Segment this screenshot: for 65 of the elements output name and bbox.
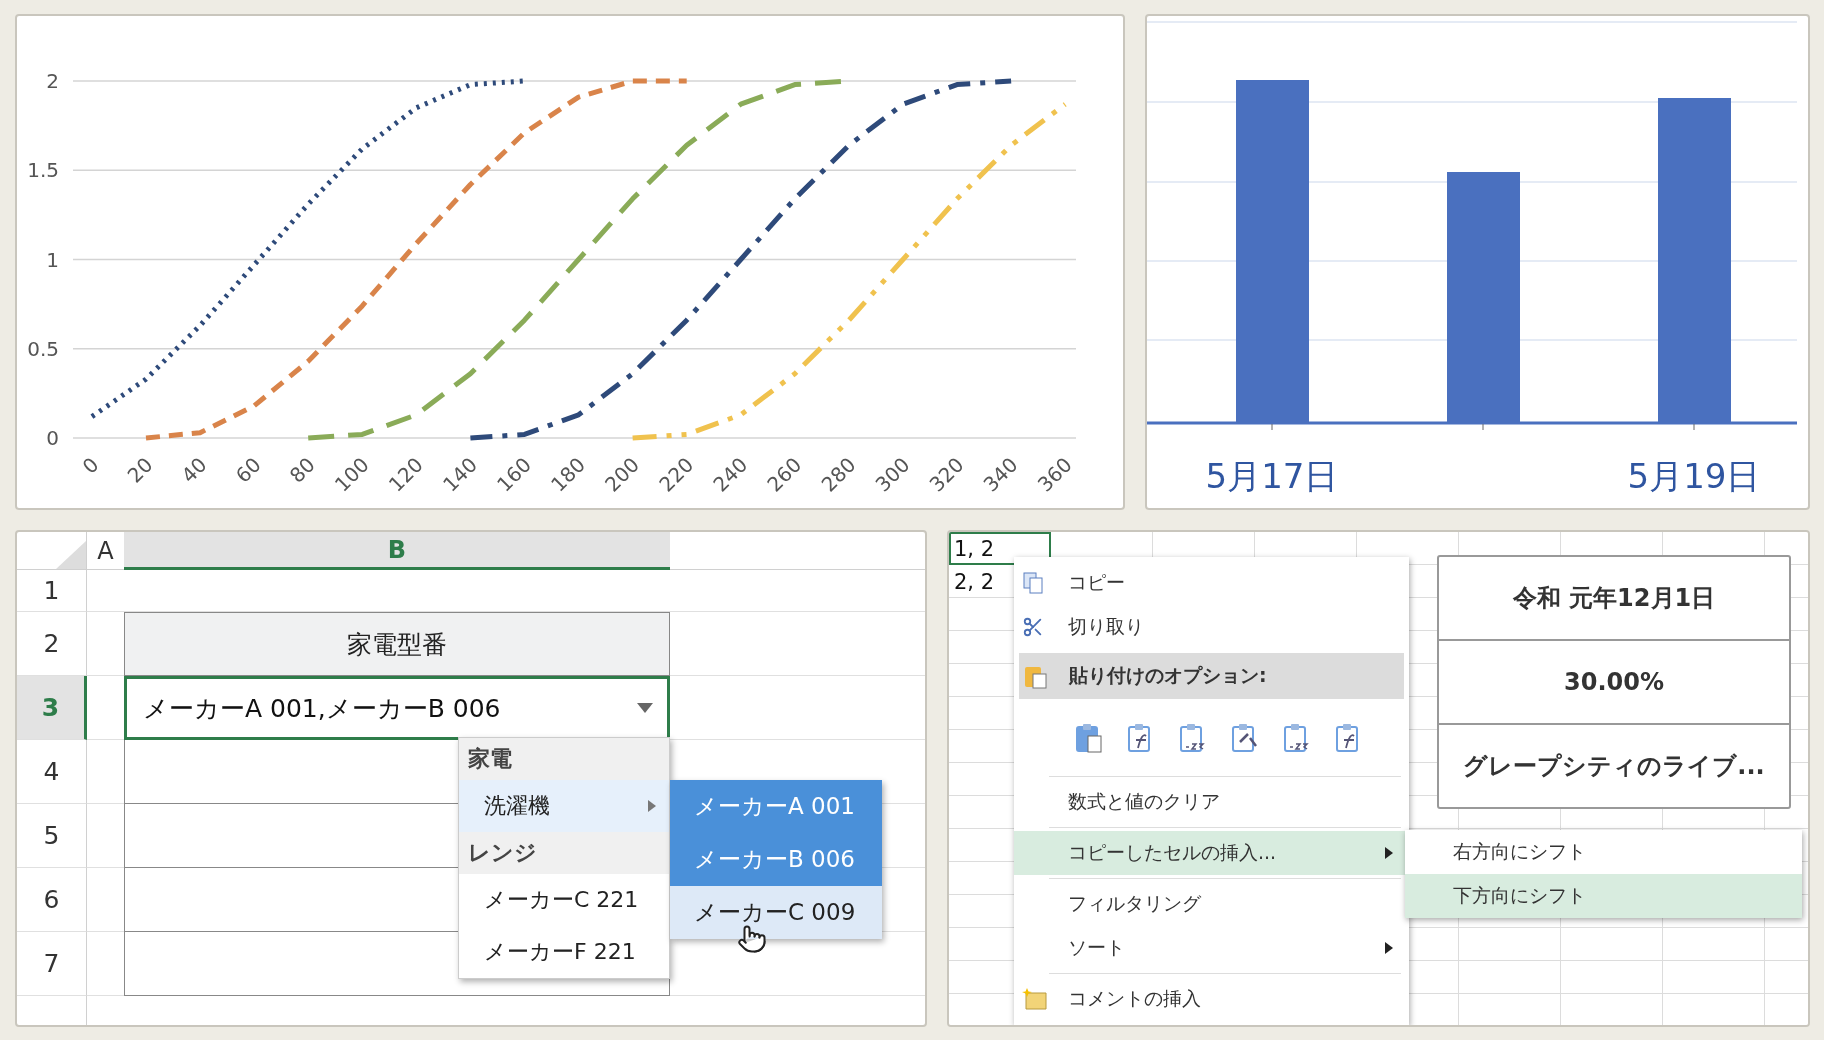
axis-tick-label: 2	[46, 69, 59, 93]
menu-section-label: 貼り付けのオプション:	[1069, 663, 1267, 688]
clipboard-icon[interactable]	[1178, 722, 1208, 754]
value-label: グレープシティのライブ...	[1463, 751, 1765, 782]
row-header[interactable]: 4	[17, 740, 87, 804]
row-header[interactable]: 6	[17, 868, 87, 932]
clipboard-icon[interactable]	[1282, 722, 1312, 754]
cell-value: メーカーA 001,メーカーB 006	[143, 692, 501, 725]
menu-item[interactable]: 数式と値のクリア	[1014, 780, 1409, 824]
menu-item[interactable]: ソート	[1014, 926, 1409, 970]
axis-tick-label: 0	[77, 452, 104, 479]
axis-tick-label: 1	[46, 247, 59, 272]
clipboard-icon[interactable]	[1230, 722, 1260, 754]
menu-item[interactable]: 洗濯機	[459, 780, 669, 832]
caret-icon	[647, 799, 657, 813]
row-header[interactable]: 3	[17, 676, 87, 740]
menu-item[interactable]: メーカーF 221	[459, 926, 669, 978]
axis-tick-label: 100	[329, 452, 374, 497]
menu-item[interactable]: 切り取り	[1014, 605, 1409, 649]
scissors-icon	[1022, 616, 1044, 638]
axis-tick-label: 220	[654, 452, 699, 497]
axis-tick-label: 160	[492, 452, 536, 497]
column-header[interactable]: B	[124, 532, 670, 570]
axis-tick-label: 60	[230, 452, 266, 488]
row-header[interactable]: 2	[17, 612, 87, 676]
value-label: 30.00%	[1564, 668, 1664, 696]
axis-tick-label: 340	[978, 452, 1023, 497]
menu-group-label: 家電	[459, 738, 669, 780]
row-header[interactable]: 5	[17, 804, 87, 868]
clipboard-icon[interactable]	[1074, 722, 1104, 754]
dropdown-cell[interactable]: メーカーA 001,メーカーB 006	[124, 676, 670, 740]
axis-tick-label: 20	[122, 452, 158, 488]
menu-item[interactable]: メーカーC 009	[670, 886, 882, 939]
menu-item[interactable]: コメントの挿入	[1014, 977, 1409, 1021]
axis-tick-label: 120	[383, 452, 428, 497]
axis-tick-label: 300	[870, 452, 915, 497]
axis-tick-label: 140	[438, 452, 482, 497]
axis-tick-label: 80	[284, 452, 320, 488]
axis-tick-label: 260	[762, 452, 807, 497]
axis-tick-label: 1.5	[27, 158, 59, 183]
axis-tick-label: 200	[600, 452, 645, 497]
table-header-cell: 家電型番	[124, 612, 670, 676]
dropdown-caret-icon[interactable]	[637, 703, 653, 713]
menu-group-label: レンジ	[459, 832, 669, 874]
axis-tick-label: 180	[546, 452, 591, 497]
row-header[interactable]: 1	[17, 570, 87, 612]
axis-tick-label: 240	[708, 452, 753, 497]
menu-item[interactable]: 右方向にシフト	[1405, 830, 1802, 874]
menu-item[interactable]: メーカーC 221	[459, 874, 669, 926]
menu-item[interactable]: 下方向にシフト	[1405, 874, 1802, 918]
caret-icon	[1385, 847, 1393, 859]
caret-icon	[1385, 942, 1393, 954]
axis-label: 5月17日	[1205, 456, 1339, 496]
axis-tick-label: 280	[816, 452, 861, 497]
axis-tick-label: 320	[924, 452, 969, 497]
note-icon	[1022, 987, 1048, 1011]
hand-cursor-icon	[737, 924, 767, 954]
copy-icon	[1022, 571, 1046, 595]
axis-tick-label: 0.5	[27, 336, 59, 361]
axis-tick-label: 40	[176, 452, 212, 488]
axis-label: 5月19日	[1627, 456, 1761, 496]
axis-tick-label: 0	[46, 426, 59, 450]
row-header[interactable]: 7	[17, 932, 87, 996]
axis-tick-label: 360	[1032, 452, 1077, 497]
value-label: 令和 元年12月1日	[1512, 583, 1716, 614]
